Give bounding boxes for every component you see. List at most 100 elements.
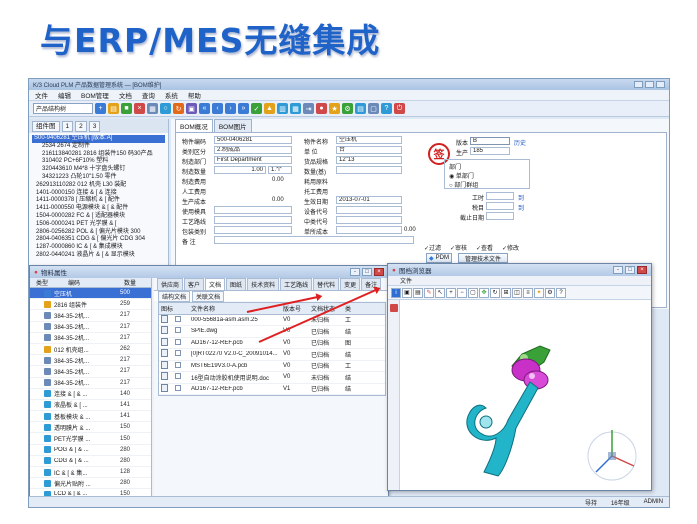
table-row[interactable]: MST6E19V3.0-A.pcb V0 已归档 工 (159, 360, 385, 372)
table-row[interactable]: 000-55681a-asm.asm.25 V0 未归档工 (159, 314, 385, 326)
zoom-fit-icon[interactable]: ▢ (468, 287, 478, 298)
pdm-button[interactable]: ◆ PDM (426, 253, 452, 263)
pen-icon[interactable]: ✎ (424, 287, 434, 298)
row-checkbox[interactable] (175, 361, 181, 368)
version-history-link[interactable]: 历史 (514, 138, 526, 147)
unitcost-field[interactable] (336, 226, 402, 234)
win2-minimize-button[interactable]: - (613, 266, 623, 274)
tree-node[interactable]: 1506-0000241 PET 光学膜 & [ (32, 221, 165, 229)
qty-field[interactable]: 1.00 (214, 166, 266, 174)
radio-multi-dept[interactable]: ○ 部门群组 (449, 180, 478, 189)
pkg-field[interactable] (214, 226, 292, 234)
table-row[interactable]: 384-35-2机... 217 (30, 333, 151, 344)
zoom-in-icon[interactable]: + (446, 287, 456, 298)
zoom-out-icon[interactable]: − (457, 287, 467, 298)
window-icon[interactable]: ▢ (368, 103, 379, 114)
tree-node[interactable]: 320443610 M4*8 十字盘头螺钉 (32, 166, 165, 174)
tab-level-3[interactable]: 3 (88, 120, 101, 132)
model-tree-icon[interactable] (390, 304, 398, 312)
layers-icon[interactable]: ≡ (523, 287, 533, 298)
table-row[interactable]: 2816 组装件 259 (30, 299, 151, 311)
work-link[interactable]: 到 (518, 193, 524, 202)
tree-node[interactable]: 1411-0000550 电源模块 & [ & 配件 (32, 205, 165, 213)
star-icon[interactable]: ★ (329, 103, 340, 114)
version-field[interactable]: B (470, 137, 510, 145)
menu-edit[interactable]: 编辑 (58, 90, 71, 100)
spec-field[interactable]: 12"13 (336, 156, 402, 164)
win2-menu-file[interactable]: 文件 (400, 276, 412, 285)
table-row[interactable]: 012 机壳组... 262 (30, 344, 151, 356)
tree-node[interactable]: 2804-0406351 CDG & [ 偏光片 CDG 304 (32, 236, 165, 244)
win1-maximize-button[interactable]: □ (362, 268, 372, 276)
subtab-structure-docs[interactable]: 结构文档 (158, 290, 191, 302)
measure-icon[interactable]: ⊞ (501, 287, 511, 298)
section-icon[interactable]: ◫ (512, 287, 522, 298)
3d-viewport[interactable] (400, 300, 651, 490)
pan-icon[interactable]: ✥ (479, 287, 489, 298)
table-row[interactable]: AD167-12-REF.pcb V1 已归档 结 (159, 383, 385, 395)
help-icon[interactable]: ? (381, 103, 392, 114)
tree-node[interactable]: 1504-0000282 FC & [ 适配器模块 (32, 213, 165, 221)
tab-substitutes[interactable]: 替代料 (313, 278, 340, 290)
gen-field[interactable]: 185 (470, 147, 510, 155)
print-view-icon[interactable]: ▤ (413, 287, 423, 298)
win1-minimize-button[interactable]: - (350, 268, 360, 276)
menu-bom[interactable]: BOM管理 (81, 90, 109, 100)
copy-icon[interactable]: ▣ (186, 103, 197, 114)
row-checkbox[interactable] (175, 338, 181, 345)
refresh-icon[interactable]: ↻ (173, 103, 184, 114)
option-edit[interactable]: ✓修改 (502, 243, 519, 252)
tab-supplier[interactable]: 供应商 (157, 278, 184, 290)
row-checkbox[interactable] (175, 327, 181, 334)
subtab-related-docs[interactable]: 关联文档 (192, 290, 225, 302)
light-icon[interactable]: ✦ (534, 287, 544, 298)
win2-maximize-button[interactable]: □ (625, 266, 635, 274)
table-row[interactable]: POG & [ & ... 280 (30, 445, 151, 456)
table-icon[interactable]: ▥ (277, 103, 288, 114)
table-row[interactable]: IC & [ & 集... 128 (30, 467, 151, 479)
row-checkbox[interactable] (175, 350, 181, 357)
approve-icon[interactable]: ✓ (251, 103, 262, 114)
tree-node[interactable]: 1287-0000860 IC & [ & 集成模块 (32, 244, 165, 252)
open-icon[interactable]: ▤ (108, 103, 119, 114)
tab-routing[interactable]: 工艺路线 (280, 278, 313, 290)
grid-icon[interactable]: ▦ (290, 103, 301, 114)
name-field[interactable]: 空压机 (336, 136, 402, 144)
table-row[interactable]: 384-35-2机... 217 (30, 322, 151, 333)
lock-icon[interactable]: ▲ (264, 103, 275, 114)
table-row[interactable]: AD167-12-REF.pcb V0 已归档 图 (159, 337, 385, 349)
stop-icon[interactable]: ● (316, 103, 327, 114)
row-checkbox[interactable] (175, 315, 181, 322)
tab-customer[interactable]: 客户 (184, 278, 205, 290)
table-row[interactable]: 384-35-2机... 217 (30, 355, 151, 367)
delete-icon[interactable]: × (134, 103, 145, 114)
table-row[interactable]: 16型自动涂胶机使用说明.doc V0 未归档 结 (159, 372, 385, 384)
unit-field[interactable]: 台 (336, 146, 402, 154)
tools-icon[interactable]: ⚙ (342, 103, 353, 114)
tab-component-view[interactable]: 组件图 (32, 120, 60, 132)
table-row[interactable]: CDG & [ & ... 280 (30, 456, 151, 467)
menu-docs[interactable]: 文档 (119, 90, 132, 100)
win2-close-button[interactable]: × (637, 266, 647, 274)
bom-tree[interactable]: S00-9406281 空压机 [版本:A] 2534 2674 定制件 21611… (29, 133, 168, 262)
first-icon[interactable]: « (199, 103, 210, 114)
prev-icon[interactable]: ‹ (212, 103, 223, 114)
category-select[interactable]: 2.制成品 (214, 146, 292, 154)
equip-field[interactable] (336, 206, 402, 214)
menu-query[interactable]: 查询 (142, 90, 155, 100)
tab-tech-docs[interactable]: 技术资料 (247, 278, 280, 290)
print-icon[interactable]: ▦ (147, 103, 158, 114)
mid-field[interactable] (336, 216, 402, 224)
copy-view-icon[interactable]: ▣ (402, 287, 412, 298)
vat-field[interactable] (486, 202, 514, 210)
tab-bom-image[interactable]: BOM图片 (213, 119, 252, 132)
tab-level-2[interactable]: 2 (75, 120, 87, 132)
menu-file[interactable]: 文件 (35, 90, 48, 100)
manage-docs-button[interactable]: 管理技术文件 (458, 253, 508, 263)
tree-node[interactable]: 2534 2674 定制件 (32, 143, 165, 151)
tree-node[interactable]: 2802-0440241 液晶片 & [ & 显示模块 (32, 252, 165, 260)
cursor-icon[interactable]: ↖ (435, 287, 445, 298)
table-row[interactable]: 偏光片贴附 ... 280 (30, 478, 151, 490)
maximize-button[interactable] (645, 81, 654, 88)
table-row[interactable]: 基板模块 & ... 141 (30, 411, 151, 423)
